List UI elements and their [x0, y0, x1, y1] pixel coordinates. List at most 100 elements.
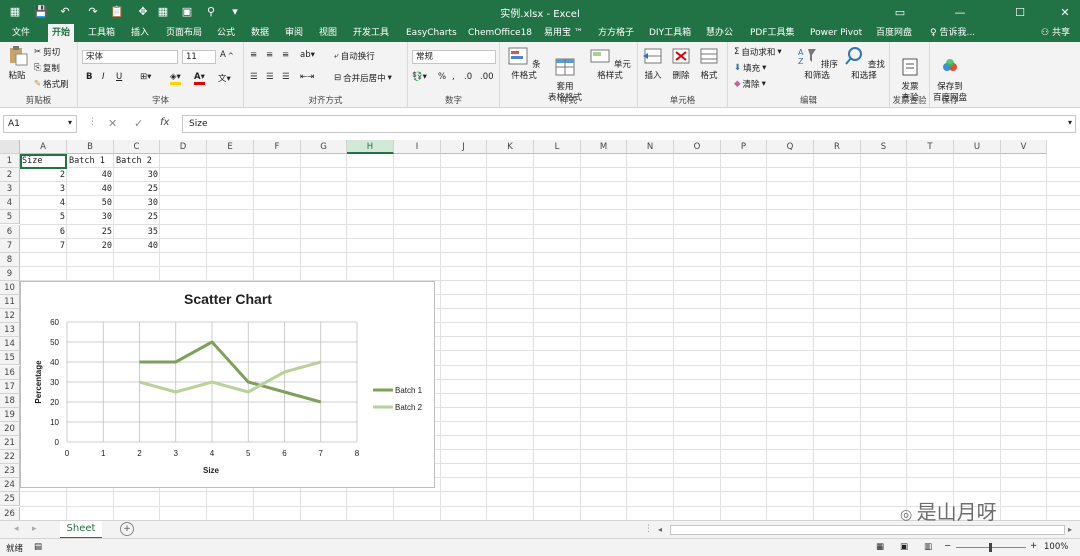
fill-button[interactable]: ⬇ 填充 ▾ — [734, 62, 766, 74]
column-header-m[interactable]: M — [581, 140, 627, 154]
row-header-11[interactable]: 11 — [0, 295, 20, 309]
normal-view-icon[interactable]: ▦ — [876, 542, 884, 552]
tab-data[interactable]: 数据 — [247, 24, 273, 42]
tab-baidu-disk[interactable]: 百度网盘 — [872, 24, 916, 42]
data-cell[interactable]: 30 — [114, 196, 160, 210]
column-header-c[interactable]: C — [114, 140, 160, 154]
row-header-13[interactable]: 13 — [0, 323, 20, 338]
italic-button[interactable]: I — [102, 72, 105, 82]
hscroll-right-icon[interactable]: ▸ — [1068, 525, 1072, 534]
format-cells-button[interactable]: 格式 — [696, 46, 722, 82]
conditional-format-button[interactable]: 条件格式 — [504, 46, 544, 82]
row-header-7[interactable]: 7 — [0, 238, 20, 253]
tab-diy-toolbox[interactable]: DIY工具箱 — [645, 24, 695, 42]
font-name-select[interactable]: 宋体 — [82, 50, 178, 64]
macro-record-icon[interactable]: ▤ — [34, 542, 42, 552]
copy-button[interactable]: ⎘ 复制 — [34, 62, 60, 74]
undo-icon[interactable]: ↶ — [58, 4, 72, 18]
maximize-icon[interactable]: ☐ — [1000, 0, 1040, 24]
shape-icon[interactable]: ✥ — [136, 4, 150, 18]
row-header-5[interactable]: 5 — [0, 210, 20, 225]
row-header-22[interactable]: 22 — [0, 450, 20, 465]
enter-icon[interactable]: ✓ — [134, 117, 143, 130]
column-header-n[interactable]: N — [627, 140, 674, 154]
insert-function-icon[interactable]: fx — [160, 117, 169, 128]
align-bottom-icon[interactable]: ≡ — [282, 50, 289, 60]
scatter-chart[interactable]: Scatter Chart 0 10 20 30 40 50 60 0 1 2 3 4 5 6 7 8 Siz… — [20, 281, 435, 488]
column-header-t[interactable]: T — [907, 140, 954, 154]
data-cell[interactable]: 40 — [67, 182, 114, 196]
align-middle-icon[interactable]: ≡ — [266, 50, 273, 60]
row-header-2[interactable]: 2 — [0, 168, 20, 183]
redo-icon[interactable]: ↷ — [86, 4, 100, 18]
tab-view[interactable]: 视图 — [315, 24, 341, 42]
merge-center-button[interactable]: ⊟ 合并后居中 ▾ — [334, 72, 392, 84]
row-header-17[interactable]: 17 — [0, 379, 20, 394]
cut-button[interactable]: ✂ 剪切 — [34, 46, 60, 58]
column-header-e[interactable]: E — [207, 140, 254, 154]
row-header-21[interactable]: 21 — [0, 436, 20, 450]
data-cell[interactable]: 4 — [20, 196, 67, 210]
phonetic-icon[interactable]: 文▾ — [218, 72, 231, 84]
data-cell[interactable]: 20 — [67, 239, 114, 253]
save-icon[interactable]: 💾 — [34, 4, 48, 18]
row-header-1[interactable]: 1 — [0, 154, 20, 168]
wrap-text-button[interactable]: ⤶ 自动换行 — [334, 50, 375, 62]
zoom-in-icon[interactable]: + — [1030, 541, 1037, 551]
share-button[interactable]: ⚇ 共享 — [1041, 25, 1070, 41]
tab-insert[interactable]: 插入 — [127, 24, 153, 42]
data-cell[interactable]: 2 — [20, 168, 67, 182]
column-header-k[interactable]: K — [487, 140, 534, 154]
header-cell[interactable]: Batch 2 — [114, 154, 160, 168]
data-cell[interactable]: 35 — [114, 225, 160, 239]
page-break-view-icon[interactable]: ▥ — [924, 542, 932, 552]
cell-styles-button[interactable]: 单元格样式 — [586, 46, 634, 82]
header-cell[interactable]: Batch 1 — [67, 154, 114, 168]
row-header-24[interactable]: 24 — [0, 478, 20, 493]
tab-yiyongbao[interactable]: 易用宝 ™ — [540, 24, 587, 42]
comma-icon[interactable]: , — [452, 72, 455, 82]
grid-qa-icon[interactable]: ▦ — [156, 4, 170, 18]
paste-button[interactable]: 粘贴 — [4, 46, 30, 82]
customize-qa-icon[interactable]: ▾ — [228, 4, 242, 18]
row-header-4[interactable]: 4 — [0, 196, 20, 211]
cancel-icon[interactable]: ✕ — [108, 117, 117, 130]
series-line-1[interactable] — [139, 340, 322, 404]
data-cell[interactable]: 7 — [20, 239, 67, 253]
sheet-tab[interactable]: Sheet — [60, 521, 102, 539]
autosum-button[interactable]: Σ 自动求和 ▾ — [734, 46, 782, 58]
tab-formulas[interactable]: 公式 — [213, 24, 239, 42]
borders-icon[interactable]: ⊞▾ — [140, 72, 151, 82]
data-cell[interactable]: 25 — [114, 210, 160, 224]
increase-font-icon[interactable]: A ^ — [220, 50, 234, 60]
row-header-8[interactable]: 8 — [0, 252, 20, 267]
column-header-b[interactable]: B — [67, 140, 114, 154]
column-header-a[interactable]: A — [20, 140, 67, 154]
row-header-10[interactable]: 10 — [0, 280, 20, 295]
row-header-16[interactable]: 16 — [0, 365, 20, 380]
tab-chemoffice[interactable]: ChemOffice18 — [464, 24, 536, 42]
row-header-6[interactable]: 6 — [0, 224, 20, 239]
row-header-25[interactable]: 25 — [0, 492, 20, 507]
column-header-f[interactable]: F — [254, 140, 301, 154]
data-cell[interactable]: 30 — [67, 210, 114, 224]
name-box-dropdown-icon[interactable]: ▾ — [68, 118, 72, 127]
column-header-g[interactable]: G — [301, 140, 347, 154]
row-header-14[interactable]: 14 — [0, 337, 20, 352]
row-header-19[interactable]: 19 — [0, 407, 20, 422]
column-header-j[interactable]: J — [441, 140, 487, 154]
align-left-icon[interactable]: ☰ — [250, 72, 258, 82]
data-cell[interactable]: 5 — [20, 210, 67, 224]
align-right-icon[interactable]: ☰ — [282, 72, 290, 82]
expand-formula-icon[interactable]: ▾ — [1068, 118, 1072, 127]
column-header-v[interactable]: V — [1001, 140, 1047, 154]
zoom-level[interactable]: 100% — [1044, 542, 1068, 552]
row-header-3[interactable]: 3 — [0, 182, 20, 197]
page-layout-view-icon[interactable]: ▣ — [900, 542, 908, 552]
sort-filter-button[interactable]: AZ 排序和筛选 — [794, 46, 840, 82]
close-icon[interactable]: ✕ — [1045, 0, 1080, 24]
data-cell[interactable]: 25 — [67, 225, 114, 239]
tab-developer[interactable]: 开发工具 — [349, 24, 393, 42]
select-all-corner[interactable] — [0, 140, 20, 154]
row-header-20[interactable]: 20 — [0, 421, 20, 436]
